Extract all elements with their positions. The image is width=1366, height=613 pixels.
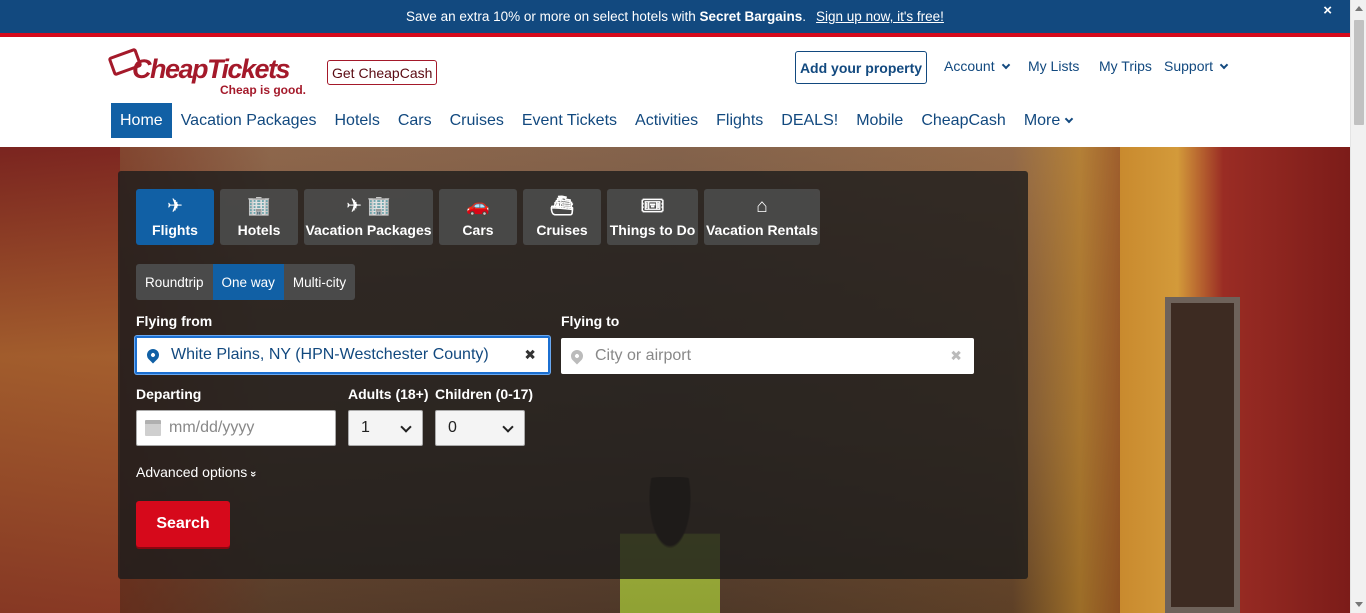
chevron-down-icon xyxy=(1065,114,1074,123)
scrollbar-thumb[interactable] xyxy=(1354,20,1364,125)
flying-from-input[interactable]: White Plains, NY (HPN-Westchester County… xyxy=(135,336,550,374)
tab-label: Flights xyxy=(152,222,198,238)
promo-banner: Save an extra 10% or more on select hote… xyxy=(0,0,1350,33)
trip-multi-city[interactable]: Multi-city xyxy=(283,264,356,300)
tab-vacation-rentals[interactable]: ⌂ Vacation Rentals xyxy=(704,189,820,245)
chevron-down-icon xyxy=(400,421,412,433)
trip-one-way[interactable]: One way xyxy=(212,264,284,300)
nav-home[interactable]: Home xyxy=(111,103,172,138)
account-label: Account xyxy=(944,58,995,74)
departing-date-input[interactable]: mm/dd/yyyy xyxy=(136,410,336,446)
departing-placeholder: mm/dd/yyyy xyxy=(169,419,255,436)
car-icon: 🚗 xyxy=(466,196,490,217)
flying-from-value: White Plains, NY (HPN-Westchester County… xyxy=(171,346,489,363)
tab-label: Hotels xyxy=(237,222,281,238)
flying-to-input[interactable]: City or airport ✖ xyxy=(561,338,974,374)
departing-label: Departing xyxy=(136,386,202,402)
children-select[interactable]: 0 xyxy=(435,410,525,446)
clear-icon[interactable]: ✖ xyxy=(524,347,536,364)
hero-image-doorway xyxy=(1165,297,1240,613)
tab-label: Vacation Packages xyxy=(305,222,432,238)
flying-from-label: Flying from xyxy=(136,313,213,329)
nav-mobile[interactable]: Mobile xyxy=(856,112,903,130)
tab-hotels[interactable]: 🏢 Hotels xyxy=(220,189,298,245)
main-nav: Home Vacation Packages Hotels Cars Cruis… xyxy=(111,103,1090,138)
product-tabs: ✈ Flights 🏢 Hotels ✈ 🏢 Vacation Packages… xyxy=(136,189,826,245)
chevron-down-icon xyxy=(502,421,514,433)
nav-hotels[interactable]: Hotels xyxy=(334,112,379,130)
site-header: CheapTickets Cheap is good. Get CheapCas… xyxy=(0,37,1350,147)
nav-flights[interactable]: Flights xyxy=(716,112,763,130)
flying-to-label: Flying to xyxy=(561,313,620,329)
hotel-icon: 🏢 xyxy=(247,196,271,217)
double-chevron-down-icon: » xyxy=(247,470,260,478)
children-label: Children (0-17) xyxy=(435,386,534,402)
nav-more-label: More xyxy=(1023,111,1061,129)
account-menu[interactable]: Account xyxy=(944,58,1010,74)
scroll-up-icon[interactable] xyxy=(1355,6,1363,11)
adults-label: Adults (18+) xyxy=(348,386,429,402)
logo-name: CheapTickets xyxy=(132,54,291,84)
children-value: 0 xyxy=(448,419,457,436)
get-cheapcash-button[interactable]: Get CheapCash xyxy=(327,60,438,85)
hero-image-left-wall xyxy=(0,147,120,613)
package-icon: ✈ 🏢 xyxy=(346,196,391,217)
nav-cars[interactable]: Cars xyxy=(398,112,432,130)
page-scrollbar[interactable] xyxy=(1350,0,1366,613)
tab-things-to-do[interactable]: 🎟 Things to Do xyxy=(607,189,698,245)
chevron-down-icon xyxy=(1219,60,1229,70)
support-menu[interactable]: Support xyxy=(1164,58,1229,74)
nav-cruises[interactable]: Cruises xyxy=(450,112,504,130)
tab-vacation-packages[interactable]: ✈ 🏢 Vacation Packages xyxy=(304,189,433,245)
advanced-options-label: Advanced options xyxy=(136,464,248,480)
scroll-down-icon[interactable] xyxy=(1355,602,1363,607)
chevron-down-icon xyxy=(1001,60,1010,70)
trip-type-toggle: Roundtrip One way Multi-city xyxy=(136,264,356,300)
adults-select[interactable]: 1 xyxy=(348,410,423,446)
support-label: Support xyxy=(1164,58,1214,74)
nav-more[interactable]: More xyxy=(1023,111,1074,130)
nav-event-tickets[interactable]: Event Tickets xyxy=(522,112,617,130)
clear-icon[interactable]: ✖ xyxy=(950,348,962,365)
nav-deals[interactable]: DEALS! xyxy=(781,112,838,130)
airplane-icon: ✈ xyxy=(167,196,183,217)
nav-vacation-packages[interactable]: Vacation Packages xyxy=(181,112,317,130)
my-lists-link[interactable]: My Lists xyxy=(1028,58,1079,74)
tab-label: Cars xyxy=(462,222,494,238)
house-icon: ⌂ xyxy=(756,196,768,217)
add-property-button[interactable]: Add your property xyxy=(795,51,927,84)
tab-label: Cruises xyxy=(536,222,588,238)
tab-cruises[interactable]: ⛴ Cruises xyxy=(523,189,601,245)
ticket-icon: 🎟 xyxy=(640,196,665,217)
nav-activities[interactable]: Activities xyxy=(635,112,698,130)
cheaptickets-logo[interactable]: CheapTickets Cheap is good. xyxy=(107,47,315,100)
tab-cars[interactable]: 🚗 Cars xyxy=(439,189,517,245)
logo-slogan: Cheap is good. xyxy=(220,83,307,97)
tab-label: Things to Do xyxy=(609,222,696,238)
ship-icon: ⛴ xyxy=(549,196,575,217)
adults-value: 1 xyxy=(361,419,370,436)
location-pin-icon xyxy=(144,346,162,364)
nav-cheapcash[interactable]: CheapCash xyxy=(921,112,1006,130)
search-button[interactable]: Search xyxy=(136,501,230,547)
my-trips-link[interactable]: My Trips xyxy=(1099,58,1152,74)
tab-flights[interactable]: ✈ Flights xyxy=(136,189,214,245)
flying-to-placeholder: City or airport xyxy=(595,347,692,364)
close-icon[interactable]: × xyxy=(1323,2,1332,19)
trip-roundtrip[interactable]: Roundtrip xyxy=(136,264,213,300)
advanced-options-toggle[interactable]: Advanced options» xyxy=(136,464,260,480)
calendar-icon xyxy=(145,420,161,436)
location-pin-icon xyxy=(568,347,586,365)
signup-link[interactable]: Sign up now, it's free! xyxy=(816,9,944,24)
tab-label: Vacation Rentals xyxy=(705,222,819,238)
promo-text: Save an extra 10% or more on select hote… xyxy=(406,9,807,24)
